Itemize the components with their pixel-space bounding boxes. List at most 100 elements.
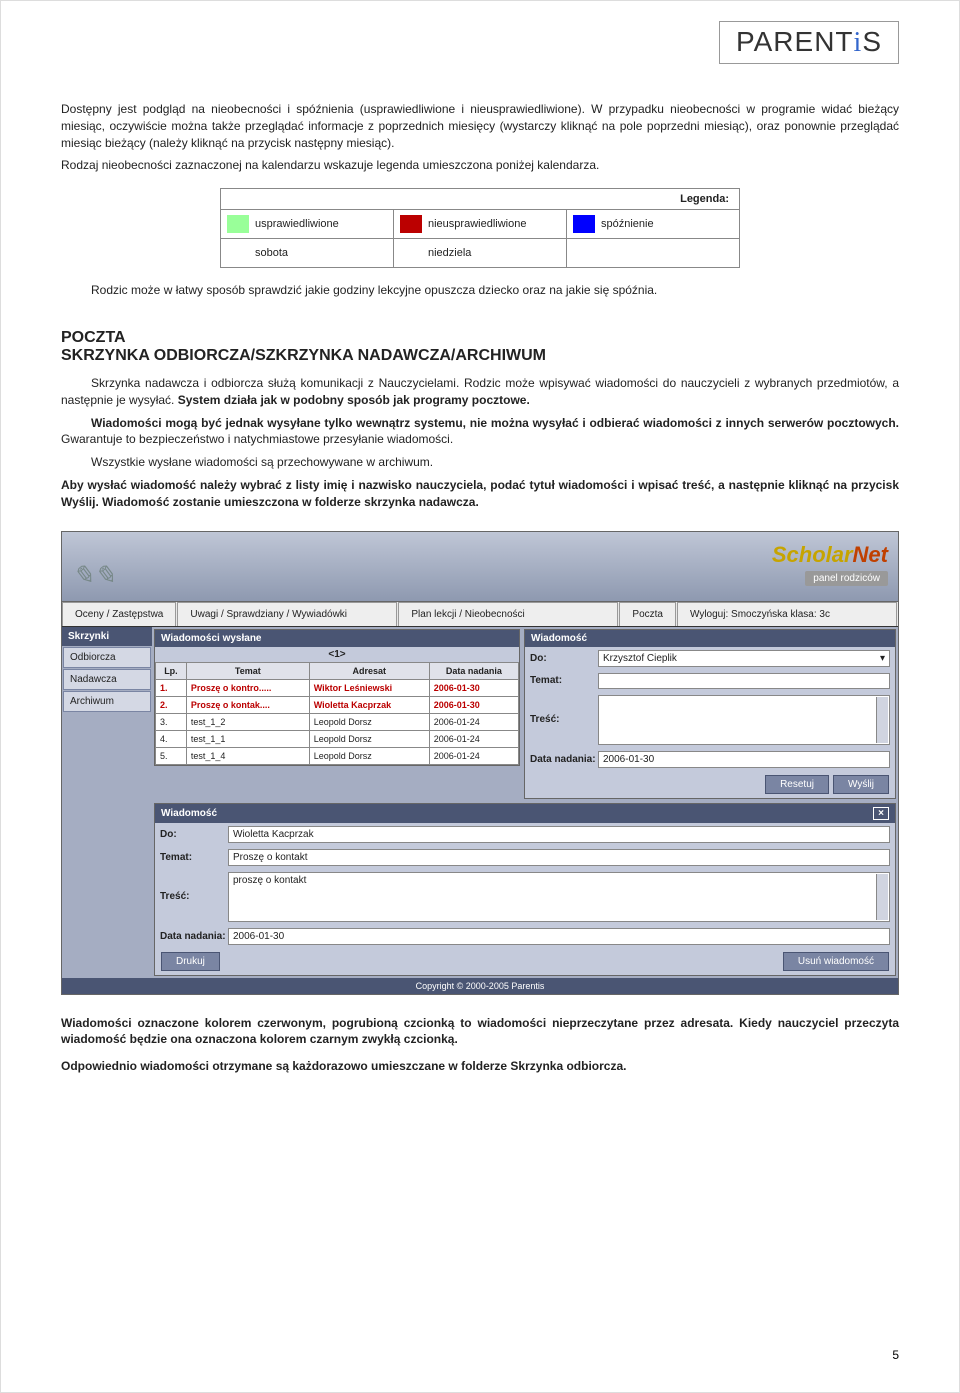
- brand-logo: PARENTiS: [719, 21, 899, 64]
- after-paragraph-2: Odpowiednio wiadomości otrzymane są każd…: [61, 1058, 899, 1075]
- compose-data-label: Data nadania:: [530, 754, 598, 765]
- compose-data-value: 2006-01-30: [598, 751, 890, 768]
- legend-label: nieusprawiedliwione: [428, 218, 526, 230]
- cell: test_1_4: [186, 747, 309, 764]
- view-tresc-label: Treść:: [160, 891, 228, 902]
- compose-temat-input[interactable]: [598, 673, 890, 689]
- legend-cell: nieusprawiedliwione: [394, 210, 567, 238]
- cell: Wiktor Leśniewski: [309, 679, 429, 696]
- compose-do-select[interactable]: Krzysztof Cieplik▾: [598, 650, 890, 667]
- col-temat: Temat: [186, 662, 309, 679]
- send-button[interactable]: Wyślij: [833, 775, 889, 794]
- legend-label: sobota: [255, 247, 288, 259]
- cell: 2006-01-30: [429, 679, 518, 696]
- sent-panel-title: Wiadomości wysłane: [161, 633, 262, 644]
- text: Gwarantuje to bezpieczeństwo i natychmia…: [61, 432, 453, 446]
- view-temat-label: Temat:: [160, 852, 228, 863]
- col-data: Data nadania: [429, 662, 518, 679]
- intro-paragraph-1: Dostępny jest podgląd na nieobecności i …: [61, 101, 899, 151]
- scrollbar[interactable]: [876, 697, 888, 743]
- table-row[interactable]: 2.Proszę o kontak....Wioletta Kacprzak20…: [156, 696, 519, 713]
- legend-label: spóźnienie: [601, 218, 654, 230]
- tab-mail[interactable]: Poczta: [619, 602, 676, 626]
- paragraph-7: Aby wysłać wiadomość należy wybrać z lis…: [61, 477, 899, 511]
- view-title: Wiadomość: [161, 808, 217, 819]
- cell: 2.: [156, 696, 187, 713]
- delete-button[interactable]: Usuń wiadomość: [783, 952, 889, 971]
- cell: Leopold Dorsz: [309, 713, 429, 730]
- print-button[interactable]: Drukuj: [161, 952, 220, 971]
- cell: 2006-01-24: [429, 730, 518, 747]
- legend-cell: usprawiedliwione: [221, 210, 394, 238]
- compose-do-value: Krzysztof Cieplik: [603, 653, 677, 664]
- legend-label: usprawiedliwione: [255, 218, 339, 230]
- col-lp: Lp.: [156, 662, 187, 679]
- view-message-panel: Wiadomość× Do:Wioletta Kacprzak Temat:Pr…: [154, 803, 896, 976]
- swatch-empty-icon: [400, 244, 422, 262]
- section-title: POCZTA SKRZYNKA ODBIORCZA/SZKRZYNKA NADA…: [61, 329, 899, 365]
- close-icon[interactable]: ×: [873, 807, 889, 820]
- table-row[interactable]: 4.test_1_1Leopold Dorsz2006-01-24: [156, 730, 519, 747]
- cell: Proszę o kontak....: [186, 696, 309, 713]
- legend-cell: niedziela: [394, 239, 567, 267]
- page-number: 5: [892, 1348, 899, 1362]
- sent-messages-panel: Wiadomości wysłane <1> Lp. Temat Adresat…: [154, 629, 520, 766]
- paragraph-6: Wszystkie wysłane wiadomości są przechow…: [91, 454, 899, 471]
- legend-title: Legenda:: [221, 189, 739, 209]
- swatch-green-icon: [227, 215, 249, 233]
- scholarnet-logo: ScholarNet: [772, 542, 888, 568]
- sidebar-item-archive[interactable]: Archiwum: [63, 691, 151, 712]
- brand-text: PARENTiS: [736, 26, 882, 57]
- cell: Proszę o kontro.....: [186, 679, 309, 696]
- text-bold: System działa jak w podobny sposób jak p…: [178, 393, 530, 407]
- paragraph-4: Skrzynka nadawcza i odbiorcza służą komu…: [61, 375, 899, 409]
- pager[interactable]: <1>: [155, 647, 519, 662]
- paragraph-5: Wiadomości mogą być jednak wysyłane tylk…: [61, 415, 899, 449]
- compose-tresc-textarea[interactable]: [598, 695, 890, 745]
- sidebar-item-inbox[interactable]: Odbiorcza: [63, 647, 151, 668]
- tab-logout[interactable]: Wyloguj: Smoczyńska klasa: 3c: [677, 602, 897, 626]
- text-bold: Wiadomości mogą być jednak wysyłane tylk…: [91, 416, 899, 430]
- legend-cell: spóźnienie: [567, 210, 739, 238]
- tab-schedule[interactable]: Plan lekcji / Nieobecności: [398, 602, 618, 626]
- col-adresat: Adresat: [309, 662, 429, 679]
- swatch-blue-icon: [573, 215, 595, 233]
- table-row[interactable]: 1.Proszę o kontro.....Wiktor Leśniewski2…: [156, 679, 519, 696]
- legend-cell: sobota: [221, 239, 394, 267]
- tab-notes[interactable]: Uwagi / Sprawdziany / Wywiadówki: [177, 602, 397, 626]
- compose-tresc-label: Treść:: [530, 714, 598, 725]
- cell: 2006-01-24: [429, 713, 518, 730]
- banner-decor-icon: ✎✎: [72, 561, 116, 591]
- sidebar-item-sent[interactable]: Nadawcza: [63, 669, 151, 690]
- sidebar-head: Skrzynki: [62, 627, 152, 646]
- after-paragraph-1: Wiadomości oznaczone kolorem czerwonym, …: [61, 1015, 899, 1049]
- compose-title: Wiadomość: [531, 633, 587, 644]
- scrollbar[interactable]: [876, 874, 888, 920]
- view-do-label: Do:: [160, 829, 228, 840]
- copyright-bar: Copyright © 2000-2005 Parentis: [62, 978, 898, 994]
- panel-tag: panel rodziców: [805, 571, 888, 586]
- compose-panel: Wiadomość Do:Krzysztof Cieplik▾ Temat: T…: [524, 629, 896, 799]
- cell: Leopold Dorsz: [309, 747, 429, 764]
- cell: Wioletta Kacprzak: [309, 696, 429, 713]
- app-tabs: Oceny / Zastępstwa Uwagi / Sprawdziany /…: [62, 602, 898, 627]
- legend-label: niedziela: [428, 247, 471, 259]
- swatch-empty-icon: [227, 244, 249, 262]
- table-row[interactable]: 3.test_1_2Leopold Dorsz2006-01-24: [156, 713, 519, 730]
- legend-table: Legenda: usprawiedliwione nieusprawiedli…: [220, 188, 740, 268]
- messages-table: Lp. Temat Adresat Data nadania 1.Proszę …: [155, 662, 519, 765]
- text-bold: Wiadomości oznaczone kolorem czerwonym, …: [61, 1016, 733, 1030]
- cell: Leopold Dorsz: [309, 730, 429, 747]
- table-row[interactable]: 5.test_1_4Leopold Dorsz2006-01-24: [156, 747, 519, 764]
- app-sidebar: Skrzynki Odbiorcza Nadawcza Archiwum: [62, 627, 152, 978]
- view-temat-value: Proszę o kontakt: [228, 849, 890, 866]
- tab-grades[interactable]: Oceny / Zastępstwa: [62, 602, 176, 626]
- cell: test_1_2: [186, 713, 309, 730]
- compose-temat-label: Temat:: [530, 675, 598, 686]
- reset-button[interactable]: Resetuj: [765, 775, 829, 794]
- app-screenshot: ✎✎ ScholarNet panel rodziców Oceny / Zas…: [61, 531, 899, 995]
- cell: 3.: [156, 713, 187, 730]
- cell: 2006-01-30: [429, 696, 518, 713]
- swatch-red-icon: [400, 215, 422, 233]
- compose-do-label: Do:: [530, 653, 598, 664]
